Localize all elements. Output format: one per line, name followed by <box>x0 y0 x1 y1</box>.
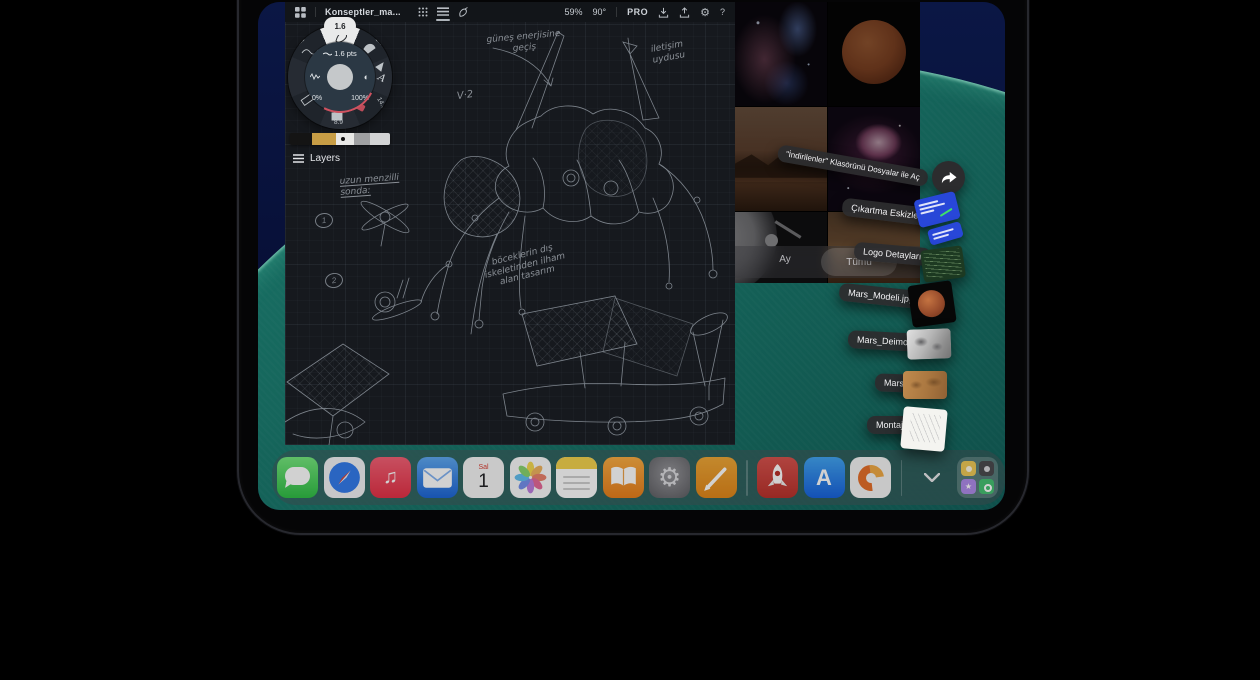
drag-thumb-montage[interactable] <box>900 406 947 452</box>
toolbar-divider <box>616 7 617 17</box>
document-title[interactable]: Konseptler_ma... <box>325 7 401 17</box>
share-button[interactable] <box>932 161 965 194</box>
photos-panel: Ay Tümü <box>735 2 920 283</box>
zoom-level[interactable]: 59% <box>564 7 582 17</box>
calendar-weekday: Sal <box>478 464 488 471</box>
tool-wheel[interactable]: 1.3 3.5 8.9 14.5 A 1.6 1.6 pts ◐ <box>288 25 392 129</box>
precision-grid-icon[interactable] <box>418 7 428 17</box>
color-swatch-selected[interactable] <box>336 133 354 145</box>
rocket-glyph <box>757 457 798 498</box>
dock-apps: ♫ Sal 1 <box>277 457 1000 498</box>
notes-app-icon[interactable] <box>556 457 597 498</box>
settings-gear-icon[interactable]: ⚙ <box>700 6 710 19</box>
layers-list-icon[interactable] <box>437 7 449 17</box>
mini-star-tile: ★ <box>961 479 976 494</box>
pro-badge[interactable]: PRO <box>627 7 648 17</box>
active-tool-underline <box>436 19 450 21</box>
music-app-icon[interactable]: ♫ <box>370 457 411 498</box>
compass-icon <box>324 457 365 498</box>
drag-thumb-mars-model[interactable] <box>907 280 956 328</box>
tool-wheel-hub[interactable]: 1.6 pts ◐ 0% 100% <box>305 42 375 112</box>
rocket-app-icon[interactable] <box>757 457 798 498</box>
drag-thumb-logo[interactable] <box>920 245 966 283</box>
settings-app-icon[interactable]: ⚙ <box>649 457 690 498</box>
rotation-value[interactable]: 90° <box>592 7 606 17</box>
annotation-version: V·2 <box>456 89 474 103</box>
color-swatch[interactable] <box>370 133 390 145</box>
mini-ring-tile <box>979 479 994 494</box>
mail-app-icon[interactable] <box>417 457 458 498</box>
dock: ♫ Sal 1 <box>272 450 1005 505</box>
c-swirl-glyph <box>852 459 888 495</box>
books-app-icon[interactable] <box>603 457 644 498</box>
gear-glyph: ⚙ <box>658 462 681 493</box>
calendar-day: 1 <box>478 472 489 491</box>
open-book-icon <box>603 457 644 498</box>
drag-thumb-deimos[interactable] <box>906 328 951 360</box>
gallery-grid-icon[interactable] <box>295 7 306 18</box>
opacity-min: 0% <box>312 95 322 102</box>
opacity-icon[interactable]: ◐ <box>364 72 369 82</box>
mini-lightbulb-tile <box>961 461 976 476</box>
forward-arrow-icon <box>940 170 958 186</box>
photos-app-icon[interactable] <box>510 457 551 498</box>
tool-size-label: 8.9 <box>334 119 343 126</box>
color-swatch[interactable] <box>290 133 312 145</box>
import-icon[interactable] <box>658 7 669 18</box>
music-note-glyph: ♫ <box>383 466 398 489</box>
concepts-app-window: güneş enerjisine geçiş iletişim uydusu V… <box>285 2 735 445</box>
color-knob[interactable] <box>327 64 353 90</box>
export-icon[interactable] <box>679 7 690 18</box>
messages-app-icon[interactable] <box>277 457 318 498</box>
tab-months[interactable]: Ay <box>765 254 805 265</box>
stage: güneş enerjisine geçiş iletişim uydusu V… <box>0 0 1260 680</box>
layers-label: Layers <box>310 153 340 164</box>
active-size-tab[interactable]: 1.6 <box>324 17 356 35</box>
safari-app-icon[interactable] <box>324 457 365 498</box>
appstore-app-icon[interactable]: A <box>804 457 845 498</box>
dock-divider <box>901 460 903 496</box>
c-swirl-app-icon[interactable] <box>850 457 891 498</box>
stroke-size-readout: 1.6 pts <box>305 49 375 58</box>
dock-divider <box>746 460 748 496</box>
color-swatch[interactable] <box>354 133 370 145</box>
pen-glyph <box>696 457 737 498</box>
layers-button[interactable]: Layers <box>293 153 340 164</box>
jitter-icon[interactable] <box>310 73 320 81</box>
color-swatch[interactable] <box>312 133 336 145</box>
app-library-icon[interactable]: ★ <box>957 457 998 498</box>
help-button[interactable]: ? <box>720 7 725 17</box>
envelope-icon <box>417 457 458 498</box>
notes-header <box>556 457 597 469</box>
flower-icon <box>510 457 551 498</box>
nib-tool-glyph <box>376 63 383 71</box>
appstore-letter: A <box>816 465 832 491</box>
opacity-max: 100% <box>351 95 369 102</box>
concepts-app-icon[interactable] <box>696 457 737 498</box>
calendar-app-icon[interactable]: Sal 1 <box>463 457 504 498</box>
ipad-device: güneş enerjisine geçiş iletişim uydusu V… <box>237 0 1029 535</box>
toolbar-divider <box>315 7 316 17</box>
color-swatch-bar <box>290 133 390 145</box>
mini-camera-tile <box>979 461 994 476</box>
chevron-down-icon <box>924 473 940 482</box>
dock-collapse-button[interactable] <box>915 460 949 496</box>
ipad-screen: güneş enerjisine geçiş iletişim uydusu V… <box>258 2 1005 510</box>
drag-thumb-mars-map[interactable] <box>903 371 947 399</box>
pen-tool-icon[interactable] <box>458 7 469 18</box>
speech-bubble <box>285 467 310 485</box>
photos-dim-overlay <box>735 2 920 283</box>
drag-thumb-stickers[interactable] <box>914 191 968 248</box>
swatch-selected-dot <box>341 137 345 141</box>
hamburger-icon <box>293 154 304 163</box>
mars-thumb-globe <box>916 288 946 318</box>
